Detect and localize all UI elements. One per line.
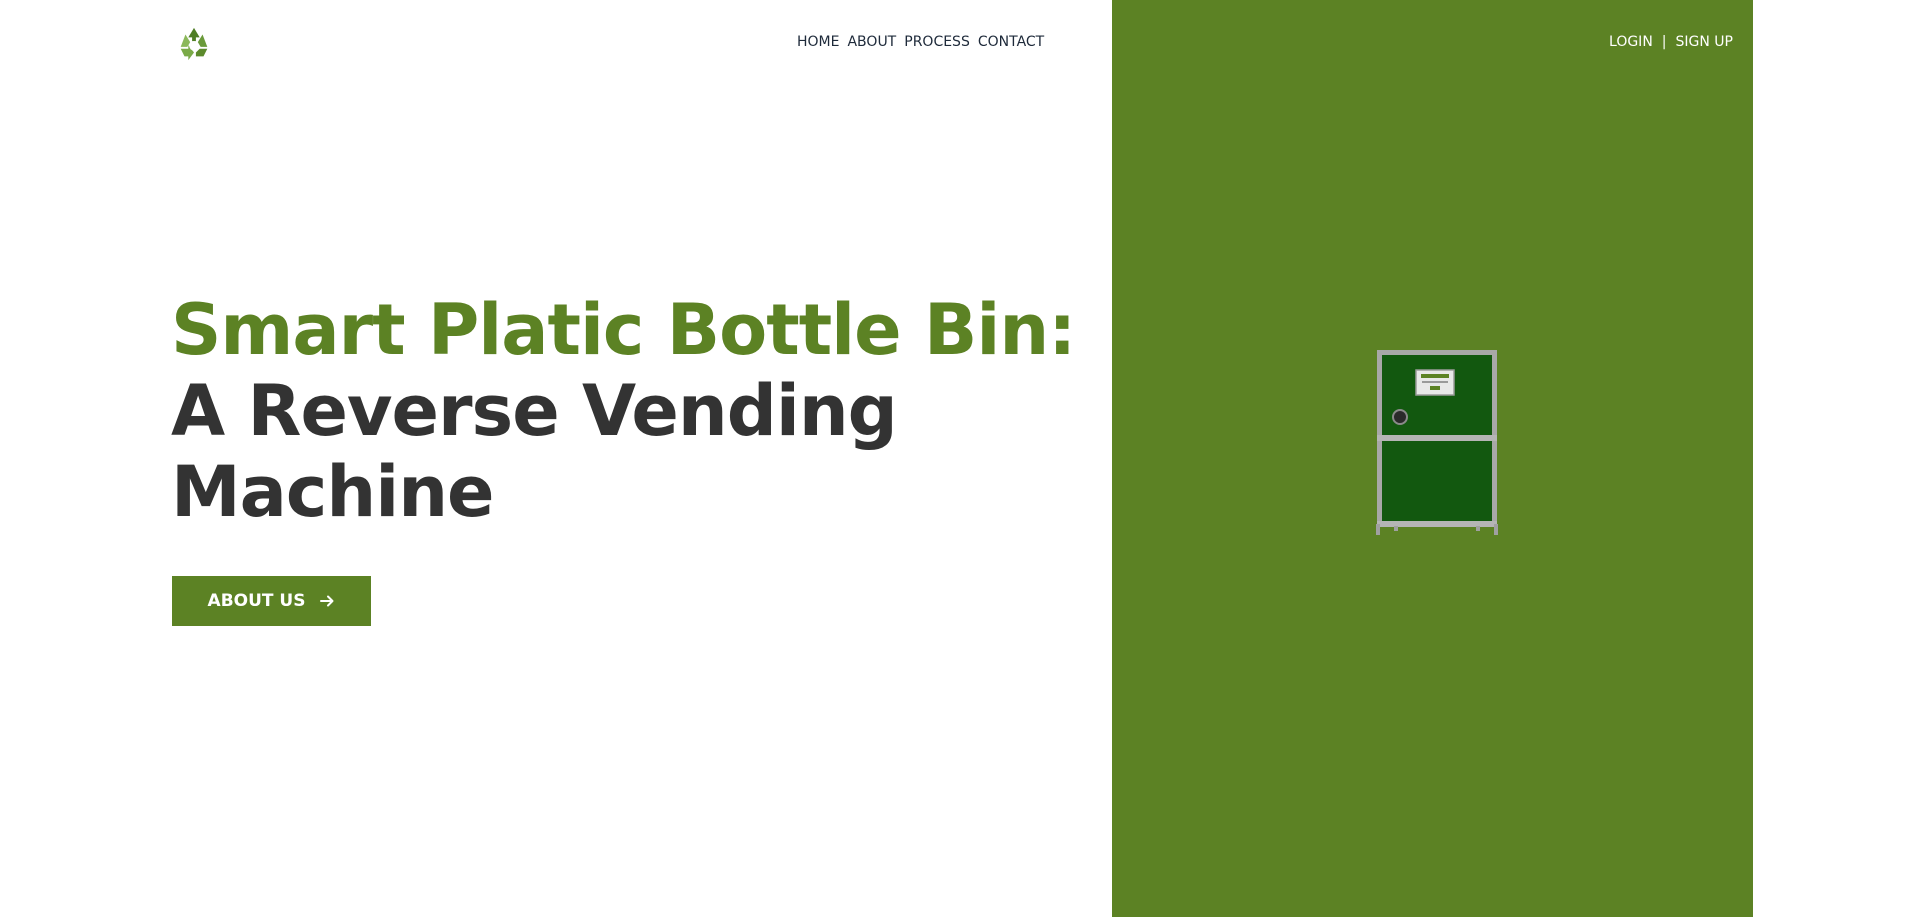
hero-title-accent: Smart Platic Bottle Bin: <box>171 289 1076 371</box>
auth-links: LOGIN | SIGN UP <box>1609 34 1733 50</box>
hero-title-rest: A Reverse Vending Machine <box>171 370 898 533</box>
page: HOME ABOUT PROCESS CONTACT LOGIN | SIGN … <box>0 0 1905 917</box>
arrow-right-icon <box>320 595 334 607</box>
main-nav: HOME ABOUT PROCESS CONTACT <box>797 34 1044 50</box>
about-us-button[interactable]: ABOUT US <box>172 576 371 626</box>
about-us-button-label: ABOUT US <box>207 591 306 611</box>
nav-item-home[interactable]: HOME <box>797 34 839 50</box>
auth-separator: | <box>1661 34 1667 50</box>
recycle-icon[interactable] <box>175 25 213 63</box>
reverse-vending-machine-illustration <box>1376 350 1498 535</box>
nav-item-process[interactable]: PROCESS <box>904 34 970 50</box>
signup-link[interactable]: SIGN UP <box>1676 34 1733 50</box>
nav-item-contact[interactable]: CONTACT <box>978 34 1044 50</box>
nav-item-about[interactable]: ABOUT <box>847 34 896 50</box>
login-link[interactable]: LOGIN <box>1609 34 1653 50</box>
hero-title: Smart Platic Bottle Bin: A Reverse Vendi… <box>171 289 1076 533</box>
